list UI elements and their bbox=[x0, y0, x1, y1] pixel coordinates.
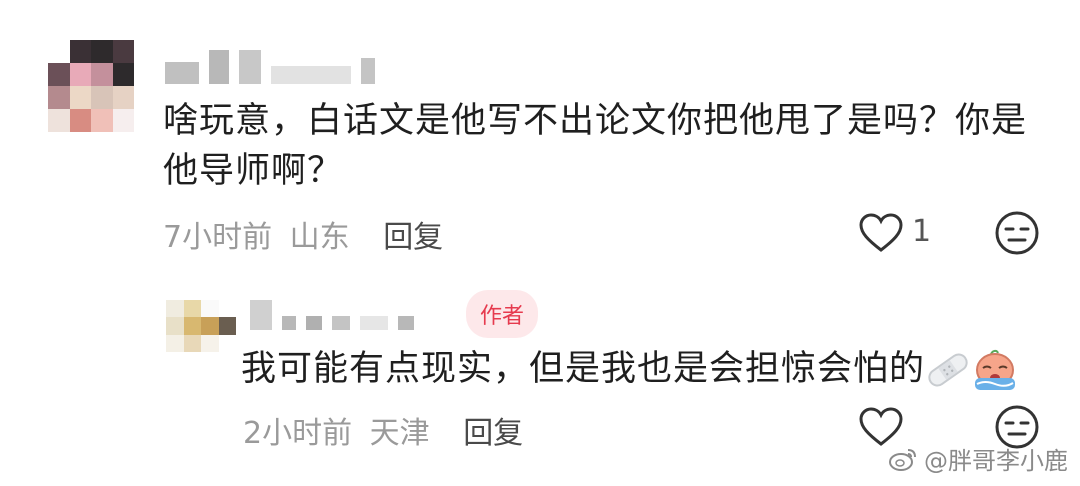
reply-time: 2小时前 bbox=[243, 416, 353, 451]
comment-text: 啥玩意，白话文是他写不出论文你把他甩了是吗？你是他导师啊？ bbox=[163, 101, 1028, 191]
comment-location: 山东 bbox=[289, 220, 350, 255]
reply-meta: 2小时前 天津 回复 bbox=[243, 408, 523, 452]
reply-avatar[interactable] bbox=[166, 300, 236, 352]
weibo-logo-icon bbox=[889, 448, 916, 471]
reply-location: 天津 bbox=[369, 416, 430, 451]
avatar[interactable] bbox=[48, 40, 134, 132]
reply-text-body: 我可能有点现实，但是我也是会担惊会怕的 bbox=[241, 349, 926, 389]
watermark-text: @胖哥李小鹿 bbox=[924, 447, 1068, 475]
comment-time: 7小时前 bbox=[163, 220, 273, 255]
reply-reply-button[interactable]: 回复 bbox=[463, 416, 523, 451]
author-badge: 作者 bbox=[466, 290, 539, 338]
comment-meta: 7小时前 山东 回复 bbox=[163, 212, 443, 256]
meh-face-icon[interactable] bbox=[994, 210, 1040, 256]
like-count: 1 bbox=[912, 214, 932, 249]
reply-text: 我可能有点现实，但是我也是会担惊会怕的 bbox=[241, 344, 1019, 394]
reply-username[interactable] bbox=[250, 300, 414, 330]
username[interactable] bbox=[165, 50, 375, 84]
crying-face-icon bbox=[975, 349, 1016, 390]
reply-button[interactable]: 回复 bbox=[383, 220, 443, 255]
bandage-icon bbox=[928, 353, 968, 387]
watermark: @胖哥李小鹿 bbox=[888, 441, 1068, 476]
heart-outline-icon[interactable] bbox=[858, 212, 904, 254]
